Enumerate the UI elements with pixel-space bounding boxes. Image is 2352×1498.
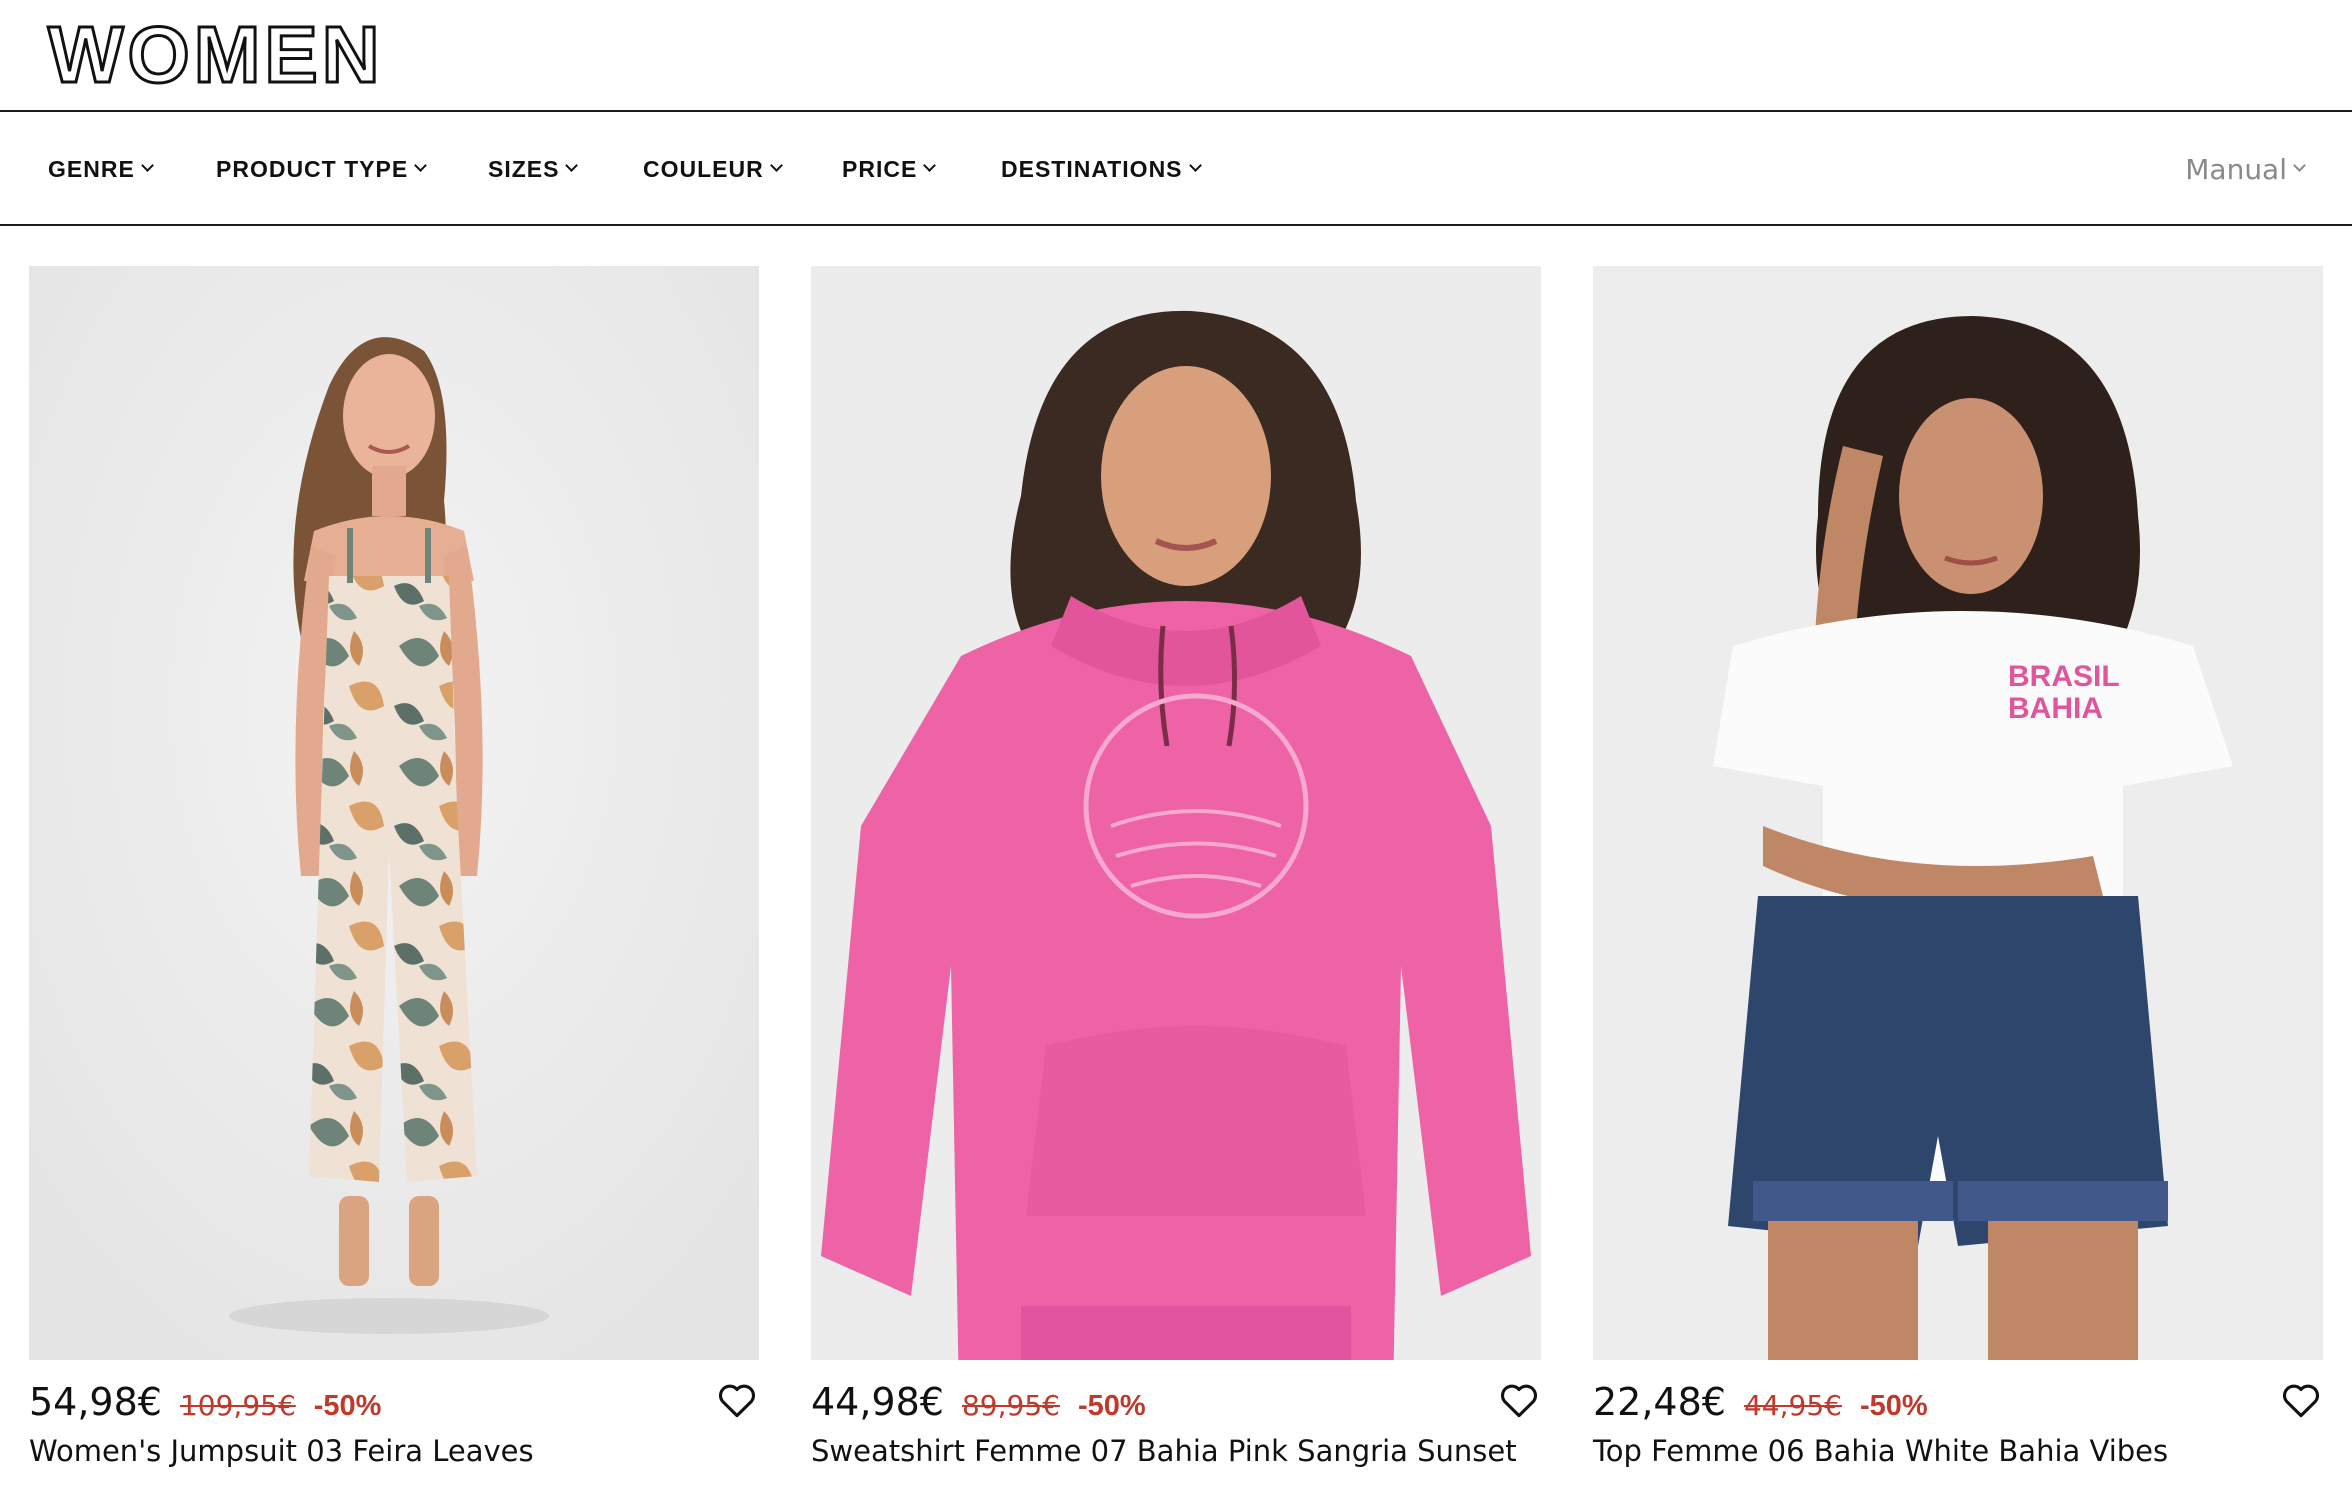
price-row: 54,98€ 109,95€ -50%	[29, 1380, 381, 1430]
discount-badge: -50%	[1859, 1390, 1928, 1422]
product-name[interactable]: Women's Jumpsuit 03 Feira Leaves	[29, 1434, 534, 1468]
price-row: 22,48€ 44,95€ -50%	[1593, 1380, 1928, 1430]
page-title: WOMEN	[47, 10, 384, 99]
filter-label: COULEUR	[643, 155, 764, 182]
heart-outline-icon[interactable]	[715, 1378, 759, 1422]
product-name[interactable]: Top Femme 06 Bahia White Bahia Vibes	[1593, 1434, 2168, 1468]
filter-label: PRICE	[842, 155, 918, 182]
heart-outline-icon[interactable]	[1497, 1378, 1541, 1422]
chevron-down-icon	[923, 158, 937, 172]
product-name[interactable]: Sweatshirt Femme 07 Bahia Pink Sangria S…	[811, 1434, 1517, 1468]
original-price: 89,95€	[961, 1389, 1060, 1422]
chevron-down-icon	[2293, 158, 2306, 172]
current-price: 44,98€	[811, 1380, 944, 1424]
model-hoodie-illustration	[811, 266, 1541, 1360]
chevron-down-icon	[769, 158, 783, 172]
product-image[interactable]: BRASIL BAHIA	[1593, 266, 2323, 1360]
model-jumpsuit-illustration	[29, 266, 759, 1360]
product-card: 54,98€ 109,95€ -50% Women's Jumpsuit 03 …	[29, 266, 759, 1468]
filter-couleur[interactable]: COULEUR	[643, 152, 783, 186]
chevron-down-icon	[414, 158, 428, 172]
sort-dropdown[interactable]: Manual	[2185, 152, 2306, 186]
filter-label: GENRE	[48, 155, 135, 182]
filter-bar: GENRE PRODUCT TYPE SIZES COULEUR PRICE D…	[0, 112, 2352, 226]
product-card: BRASIL BAHIA 22,48€ 44,95€ -50% Top Femme…	[1593, 266, 2323, 1468]
discount-badge: -50%	[1077, 1390, 1146, 1422]
current-price: 22,48€	[1593, 1380, 1726, 1424]
heart-outline-icon[interactable]	[2279, 1378, 2323, 1422]
page-header: WOMEN	[0, 0, 2352, 112]
product-image[interactable]	[811, 266, 1541, 1360]
model-top-illustration: BRASIL BAHIA	[1593, 266, 2323, 1360]
product-image[interactable]	[29, 266, 759, 1360]
current-price: 54,98€	[29, 1380, 162, 1424]
filter-product-type[interactable]: PRODUCT TYPE	[216, 152, 428, 186]
discount-badge: -50%	[313, 1390, 382, 1422]
chevron-down-icon	[1188, 158, 1202, 172]
filter-genre[interactable]: GENRE	[48, 152, 154, 186]
price-row: 44,98€ 89,95€ -50%	[811, 1380, 1146, 1430]
chevron-down-icon	[140, 158, 154, 172]
filter-label: PRODUCT TYPE	[216, 155, 409, 182]
original-price: 109,95€	[179, 1389, 296, 1422]
filter-label: DESTINATIONS	[1001, 155, 1183, 182]
original-price: 44,95€	[1743, 1389, 1842, 1422]
chevron-down-icon	[565, 158, 579, 172]
sort-label: Manual	[2185, 152, 2287, 186]
filter-sizes[interactable]: SIZES	[488, 152, 579, 186]
print-text: BRASIL BAHIA	[2008, 660, 2120, 725]
filter-price[interactable]: PRICE	[842, 152, 937, 186]
filter-label: SIZES	[488, 155, 560, 182]
product-card: 44,98€ 89,95€ -50% Sweatshirt Femme 07 B…	[811, 266, 1541, 1468]
filter-destinations[interactable]: DESTINATIONS	[1001, 152, 1202, 186]
